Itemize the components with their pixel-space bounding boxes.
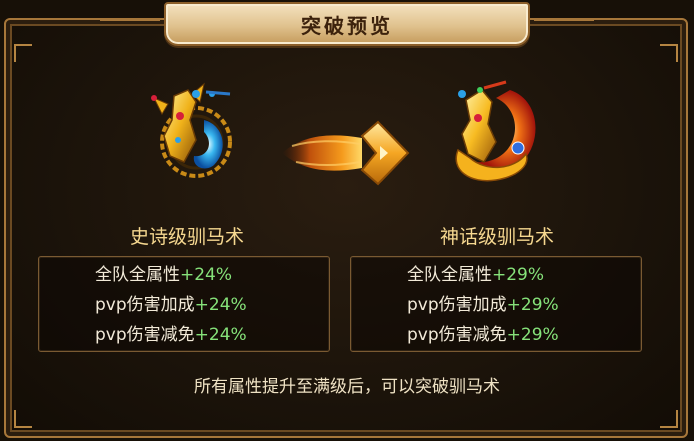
stat-row: pvp伤害加成+29%	[351, 290, 641, 320]
stat-value: +24%	[194, 295, 247, 315]
stat-row: pvp伤害减免+24%	[39, 320, 329, 350]
fire-arrow-icon	[282, 120, 410, 186]
stats-box-after: 全队全属性+29% pvp伤害加成+29% pvp伤害减免+29%	[350, 256, 642, 352]
stat-value: +29%	[506, 325, 559, 345]
stat-value: +29%	[492, 265, 545, 285]
stat-label: 全队全属性	[407, 265, 492, 285]
stat-value: +24%	[180, 265, 233, 285]
stats-box-before: 全队全属性+24% pvp伤害加成+24% pvp伤害减免+24%	[38, 256, 330, 352]
stat-label: pvp伤害加成	[95, 295, 195, 315]
title-banner: 突破预览	[100, 2, 594, 46]
stat-label: 全队全属性	[95, 265, 180, 285]
stat-value: +24%	[194, 325, 247, 345]
title-ornament	[100, 18, 160, 21]
stat-value: +29%	[506, 295, 559, 315]
item-name-before: 史诗级驯马术	[129, 226, 244, 248]
frame-corner	[14, 410, 32, 428]
stat-label: pvp伤害减免	[95, 325, 195, 345]
stat-row: pvp伤害加成+24%	[39, 290, 329, 320]
stat-row: 全队全属性+29%	[351, 260, 641, 290]
frame-corner	[660, 410, 678, 428]
stat-row: 全队全属性+24%	[39, 260, 329, 290]
stat-label: pvp伤害加成	[407, 295, 507, 315]
page-title: 突破预览	[301, 13, 393, 38]
stat-label: pvp伤害减免	[407, 325, 507, 345]
red-gold-dragon-emblem-icon	[455, 80, 536, 182]
frame-corner	[14, 44, 32, 62]
footer-note: 所有属性提升至满级后，可以突破驯马术	[194, 377, 500, 397]
title-ornament	[534, 18, 594, 21]
stat-row: pvp伤害减免+29%	[351, 320, 641, 350]
blue-gold-dragon-emblem-icon	[151, 82, 232, 178]
frame-corner	[660, 44, 678, 62]
item-name-after: 神话级驯马术	[439, 226, 554, 248]
